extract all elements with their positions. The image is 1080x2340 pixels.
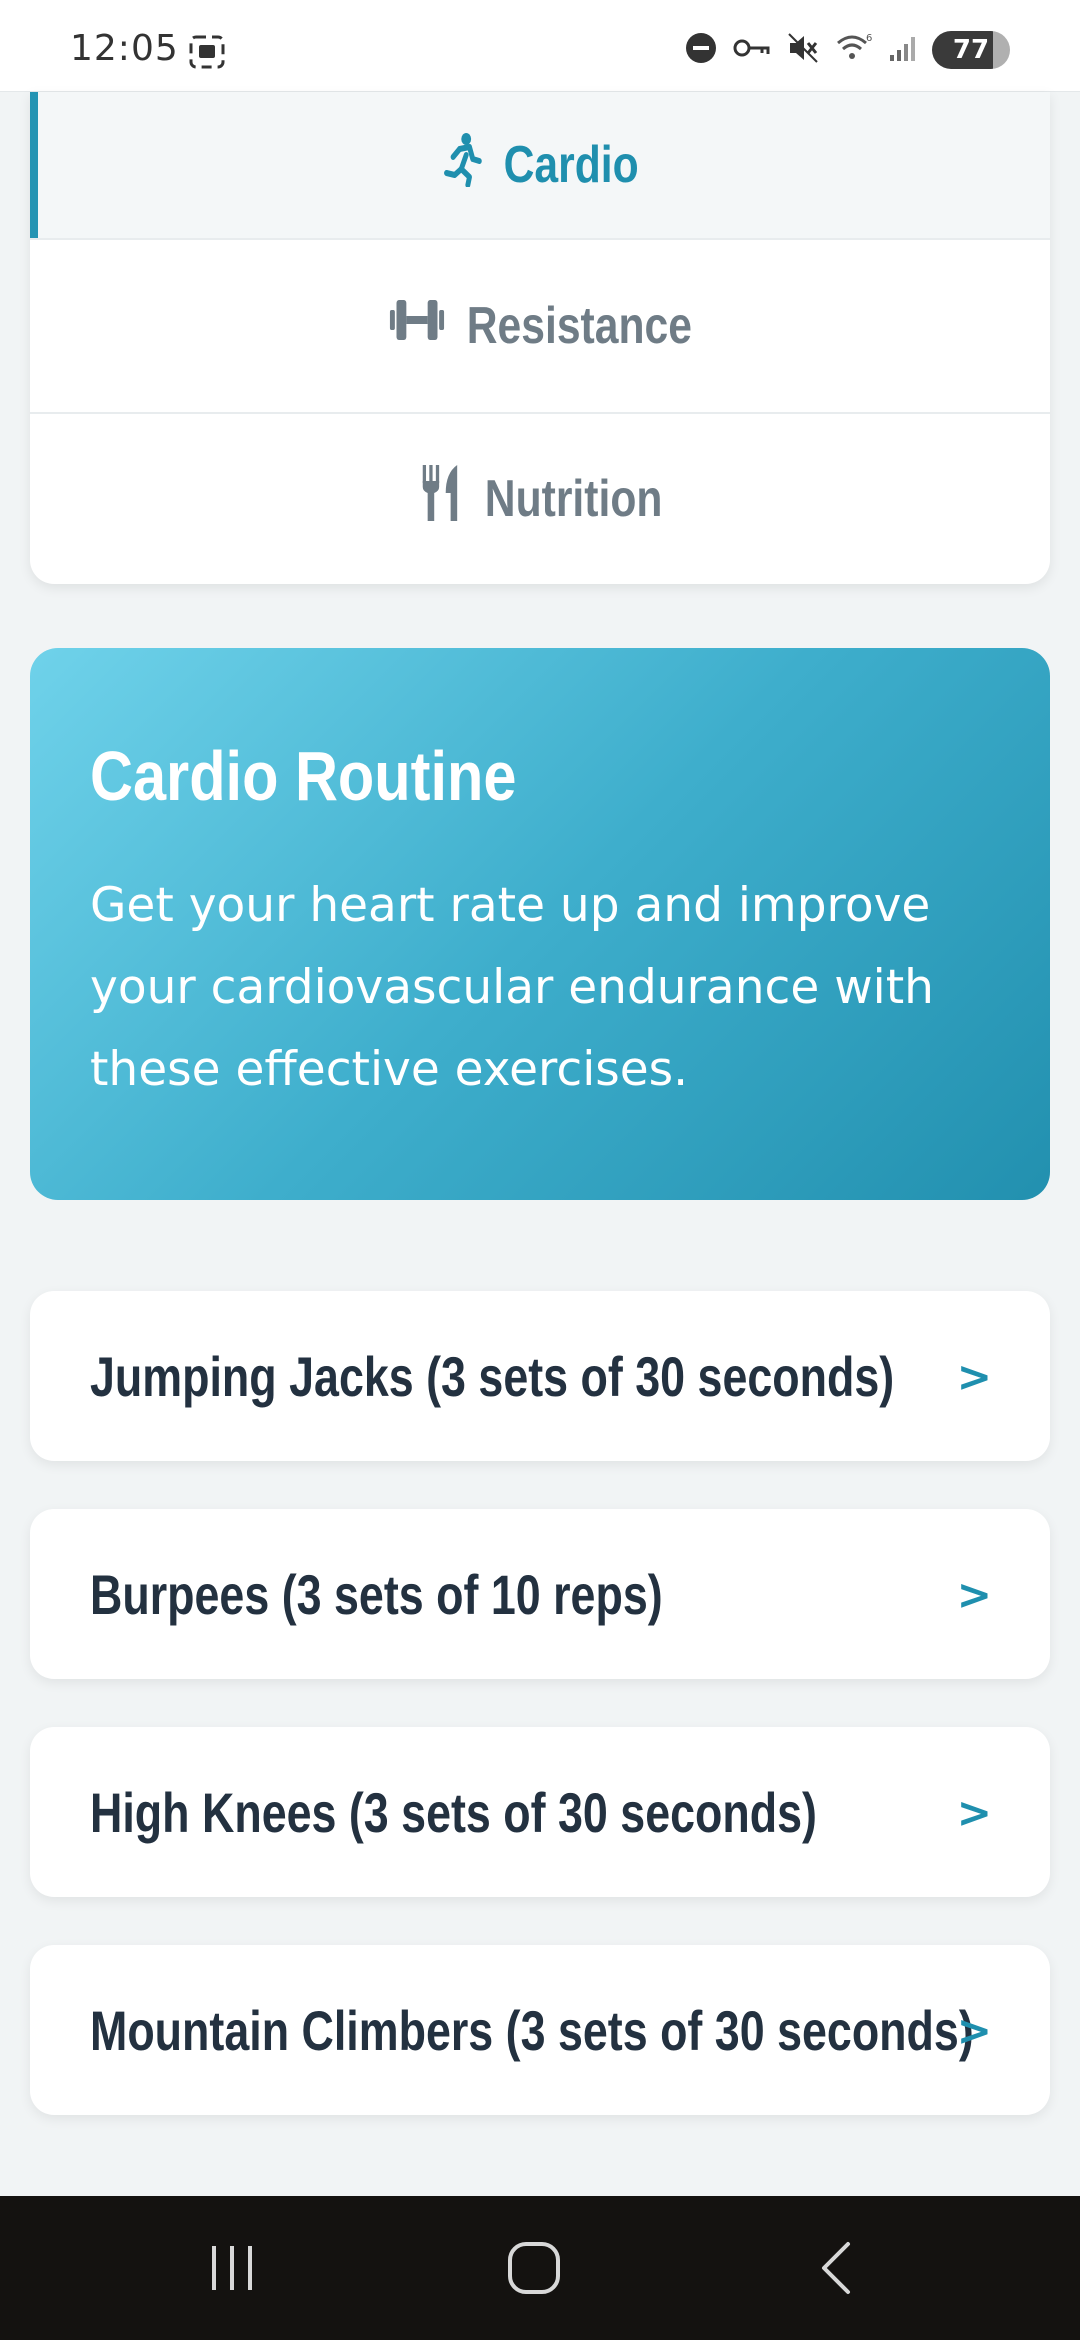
exercise-item[interactable]: Jumping Jacks (3 sets of 30 seconds) >	[30, 1291, 1050, 1461]
status-icons: 6 77	[684, 30, 1010, 70]
battery-indicator: 77	[932, 31, 1010, 69]
exercise-item[interactable]: Burpees (3 sets of 10 reps) >	[30, 1509, 1050, 1679]
tab-nutrition-label: Nutrition	[484, 470, 663, 528]
status-bar: 12:05 6 77	[0, 0, 1080, 92]
home-button[interactable]	[474, 2236, 594, 2300]
recent-apps-button[interactable]	[172, 2236, 292, 2300]
tab-cardio[interactable]: Cardio	[122, 92, 958, 238]
back-button[interactable]	[778, 2236, 898, 2300]
status-time: 12:05	[70, 28, 179, 69]
tab-resistance-label: Resistance	[466, 297, 692, 355]
wifi-icon: 6	[834, 31, 874, 70]
chevron-right-icon: >	[956, 1787, 992, 1837]
chevron-right-icon: >	[956, 1351, 992, 1401]
mute-icon	[786, 31, 820, 70]
tab-nutrition[interactable]: Nutrition	[122, 414, 958, 584]
exercise-item[interactable]: Mountain Climbers (3 sets of 30 seconds)…	[30, 1945, 1050, 2115]
tab-resistance[interactable]: Resistance	[122, 240, 958, 412]
vpn-key-icon	[732, 33, 772, 68]
utensils-icon	[418, 463, 464, 536]
exercise-label: High Knees (3 sets of 30 seconds)	[90, 1780, 817, 1844]
home-icon	[508, 2242, 560, 2294]
tab-cardio-label: Cardio	[503, 136, 639, 194]
signal-icon	[888, 33, 918, 68]
exercise-item[interactable]: High Knees (3 sets of 30 seconds) >	[30, 1727, 1050, 1897]
exercise-label: Mountain Climbers (3 sets of 30 seconds)	[90, 1998, 974, 2062]
recent-apps-icon	[212, 2246, 252, 2290]
exercise-label: Jumping Jacks (3 sets of 30 seconds)	[90, 1344, 895, 1408]
routine-hero-card: Cardio Routine Get your heart rate up an…	[30, 648, 1050, 1200]
svg-text:6: 6	[866, 33, 872, 44]
routine-description: Get your heart rate up and improve your …	[90, 878, 934, 1097]
back-icon	[822, 2242, 850, 2294]
chevron-right-icon: >	[956, 1569, 992, 1619]
running-icon	[441, 131, 482, 200]
dnd-icon	[684, 31, 718, 70]
routine-title: Cardio Routine	[90, 737, 517, 815]
chevron-right-icon: >	[956, 2005, 992, 2055]
dumbbell-icon	[388, 294, 445, 359]
system-nav-bar	[0, 2196, 1080, 2340]
screenshot-icon	[188, 34, 226, 75]
exercise-label: Burpees (3 sets of 10 reps)	[90, 1562, 663, 1626]
category-tabs: Cardio Resistance Nutrition	[30, 92, 1050, 584]
